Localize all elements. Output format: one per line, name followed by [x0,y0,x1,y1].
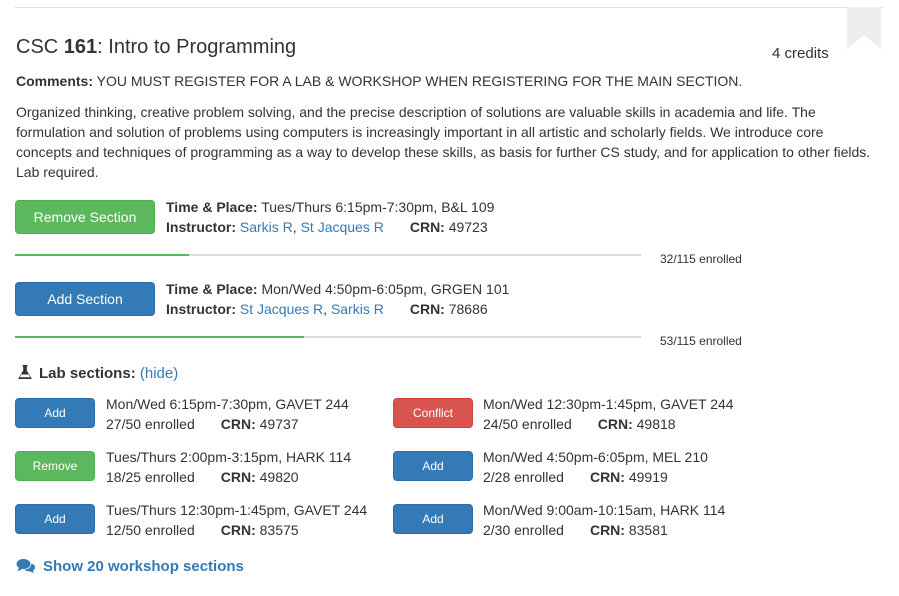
crn-value: 49737 [259,416,299,432]
crn-value: 49919 [628,469,668,485]
comments-text: YOU MUST REGISTER FOR A LAB & WORKSHOP W… [96,73,743,89]
instructor-separator: , [323,301,331,317]
crn-label: CRN: [589,522,625,538]
top-divider [15,7,883,8]
instructor-link[interactable]: Sarkis R [240,219,293,235]
comments-icon [16,559,36,573]
time-place-label: Time & Place: [166,281,258,297]
course-credits: 4 credits [772,45,829,62]
crn-label: CRN: [409,301,445,317]
lab-add-button[interactable]: Add [15,398,95,428]
lab-sections-label: Lab sections: [39,365,136,382]
time-place-value: Mon/Wed 4:50pm-6:05pm, GRGEN 101 [261,281,510,297]
course-number: 161 [63,36,98,58]
enrollment-count: 32/115 enrolled [660,252,742,266]
crn-label: CRN: [220,522,256,538]
workshop-link-label[interactable]: Show 20 workshop sections [43,558,244,575]
lab-enrollment-row: 24/50 enrolled CRN: 49818 [483,414,676,434]
lab-enrolled: 2/30 enrolled [483,522,564,538]
crn-value: 49723 [448,219,488,235]
course-name: : Intro to Programming [97,36,297,58]
crn-value: 78686 [448,301,488,317]
enrollment-bar-fill [15,254,190,256]
crn-value: 83575 [259,522,299,538]
instructor-link[interactable]: Sarkis R [331,301,384,317]
instructor-separator: , [292,219,301,235]
add-section-button[interactable]: Add Section [15,282,155,316]
crn-label: CRN: [409,219,445,235]
lab-remove-button[interactable]: Remove [15,451,95,481]
lab-enrollment-row: 2/28 enrolled CRN: 49919 [483,467,668,487]
lab-enrolled: 24/50 enrolled [483,416,572,432]
enrollment-bar [15,336,641,338]
lab-add-button[interactable]: Add [393,451,473,481]
lab-schedule: Tues/Thurs 2:00pm-3:15pm, HARK 114 [106,449,352,465]
instructor-label: Instructor: [166,219,236,235]
course-dept: CSC [16,36,59,58]
crn-value: 49818 [636,416,676,432]
lab-schedule: Mon/Wed 6:15pm-7:30pm, GAVET 244 [106,396,349,412]
lab-add-button[interactable]: Add [393,504,473,534]
lab-enrolled: 27/50 enrolled [106,416,195,432]
crn-label: CRN: [220,469,256,485]
section-instructor-row: Instructor: Sarkis R, St Jacques R CRN: 4… [166,217,488,237]
lab-add-button[interactable]: Add [15,504,95,534]
lab-schedule: Mon/Wed 9:00am-10:15am, HARK 114 [483,502,726,518]
instructor-link[interactable]: St Jacques R [301,219,384,235]
enrollment-bar [15,254,641,256]
time-place-label: Time & Place: [166,199,258,215]
section-time-place: Time & Place: Mon/Wed 4:50pm-6:05pm, GRG… [166,279,509,299]
crn-label: CRN: [220,416,256,432]
course-comments: Comments: YOU MUST REGISTER FOR A LAB & … [16,73,742,89]
course-title: CSC 161: Intro to Programming [16,36,296,59]
crn-value: 49820 [259,469,299,485]
lab-schedule: Mon/Wed 4:50pm-6:05pm, MEL 210 [483,449,708,465]
hide-labs-link[interactable]: (hide) [140,365,178,382]
crn-value: 83581 [628,522,668,538]
lab-sections-header: Lab sections: (hide) [17,364,178,384]
section-instructor-row: Instructor: St Jacques R, Sarkis R CRN: 7… [166,299,488,319]
time-place-value: Tues/Thurs 6:15pm-7:30pm, B&L 109 [261,199,495,215]
crn-label: CRN: [589,469,625,485]
course-description: Organized thinking, creative problem sol… [16,104,871,180]
flask-icon [17,364,33,384]
instructor-link[interactable]: St Jacques R [240,301,323,317]
bookmark-icon[interactable] [847,7,881,49]
lab-enrollment-row: 27/50 enrolled CRN: 49737 [106,414,299,434]
lab-enrolled: 18/25 enrolled [106,469,195,485]
section-time-place: Time & Place: Tues/Thurs 6:15pm-7:30pm, … [166,197,494,217]
crn-label: CRN: [597,416,633,432]
lab-enrollment-row: 12/50 enrolled CRN: 83575 [106,520,299,540]
instructor-label: Instructor: [166,301,236,317]
lab-enrolled: 12/50 enrolled [106,522,195,538]
lab-enrolled: 2/28 enrolled [483,469,564,485]
enrollment-bar-fill [15,336,304,338]
enrollment-count: 53/115 enrolled [660,334,742,348]
lab-schedule: Tues/Thurs 12:30pm-1:45pm, GAVET 244 [106,502,368,518]
comments-label: Comments: [16,73,94,89]
show-workshop-sections-link[interactable]: Show 20 workshop sections [16,558,244,575]
lab-enrollment-row: 18/25 enrolled CRN: 49820 [106,467,299,487]
lab-enrollment-row: 2/30 enrolled CRN: 83581 [483,520,668,540]
lab-conflict-button[interactable]: Conflict [393,398,473,428]
remove-section-button[interactable]: Remove Section [15,200,155,234]
lab-schedule: Mon/Wed 12:30pm-1:45pm, GAVET 244 [483,396,734,412]
